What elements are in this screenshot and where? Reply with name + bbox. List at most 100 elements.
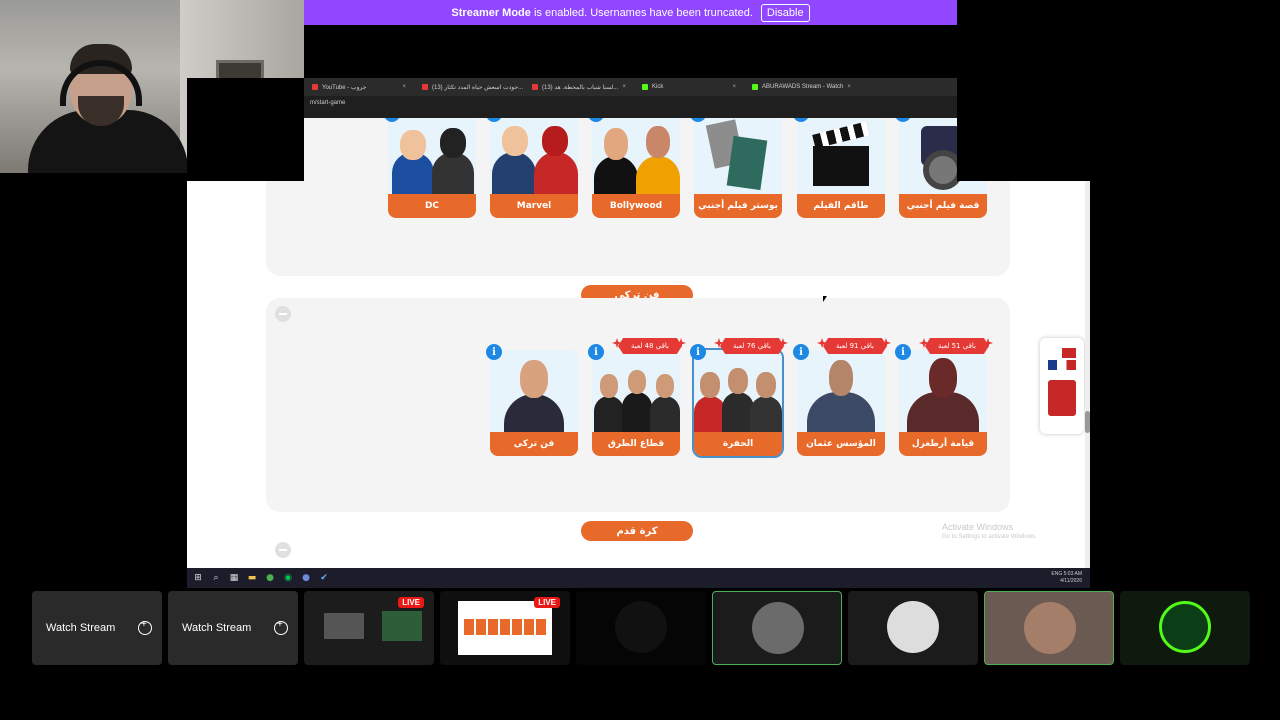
page-scrollbar[interactable] (1085, 181, 1090, 568)
chrome-icon[interactable]: ● (265, 573, 275, 583)
batman-figure (432, 152, 474, 194)
mouse-cursor-icon (823, 296, 827, 302)
category-card[interactable]: فن تركي i (486, 344, 578, 456)
watch-stream-icon[interactable] (274, 619, 288, 635)
watch-stream-icon[interactable] (138, 619, 152, 635)
youtube-icon (532, 84, 538, 90)
actor-figure (650, 396, 680, 432)
category-card[interactable]: Bollywood i (588, 118, 680, 218)
clapperboard-icon (812, 121, 870, 149)
card-art (797, 118, 885, 194)
remaining-ribbon: باقي 91 لعبة (823, 338, 887, 354)
actor-head (728, 368, 748, 394)
collapse-icon[interactable] (275, 306, 291, 322)
watermark-title: Activate Windows (942, 522, 1014, 532)
category-card[interactable]: طاقم الفيلم i (793, 118, 885, 218)
task-view-icon[interactable]: ▦ (229, 573, 239, 583)
participant-tile[interactable] (1120, 591, 1250, 665)
browser-tab[interactable]: Kick × (634, 78, 744, 96)
batman-head (440, 128, 466, 158)
keyboard-language: ENG (1051, 571, 1063, 577)
iron-man-head (542, 126, 568, 156)
category-card[interactable]: باقي 48 لعبة قطاع الطرق i (588, 338, 686, 456)
kick-icon (642, 84, 648, 90)
category-card[interactable]: DC i (384, 118, 476, 218)
watch-stream-label: Watch Stream (46, 622, 116, 634)
avatar (615, 601, 667, 653)
clock-time: 5:03 AM (1063, 571, 1082, 577)
discord-icon[interactable]: ● (301, 573, 311, 583)
card-art (490, 118, 578, 194)
browser-tab[interactable]: ABURAWADS Stream - Watch × (744, 78, 854, 96)
screen-black-overlay (187, 118, 304, 181)
participant-tile[interactable] (984, 591, 1114, 665)
tab-label: YouTube - جروب (322, 84, 367, 91)
actor-head (656, 374, 674, 398)
remaining-ribbon: باقي 48 لعبة (618, 338, 682, 354)
category-card[interactable]: Marvel i (486, 118, 578, 218)
remaining-ribbon: باقي 51 لعبة (925, 338, 989, 354)
participant-tile[interactable] (848, 591, 978, 665)
card-art (694, 350, 782, 432)
search-icon[interactable]: ⌕ (211, 573, 221, 583)
info-icon[interactable]: i (793, 344, 809, 360)
kick-logo-icon (1159, 601, 1211, 653)
info-icon[interactable]: i (486, 344, 502, 360)
actor-head (600, 374, 618, 398)
actor-head (700, 372, 720, 398)
poster-shape (726, 135, 768, 191)
tab-label: (13) حودت اسعش حياة المدد تكثار... (432, 84, 524, 91)
card-label: فن تركي (490, 432, 578, 456)
category-card[interactable]: باقي 51 لعبة قيامة أرطغرل i (895, 338, 993, 456)
windows-taskbar: ⊞ ⌕ ▦ ▬ ● ◉ ● ✔ ENG 5:03 AM 4/11/2026 (187, 568, 1090, 588)
stream-preview-tile[interactable]: LIVE (304, 591, 434, 665)
tab-label: ABURAWADS Stream - Watch (762, 84, 844, 90)
category-card[interactable]: باقي 76 لعبة الحفرة i (690, 338, 788, 458)
participant-tile[interactable] (576, 591, 706, 665)
iron-man-figure (534, 152, 578, 194)
warrior-figure (807, 392, 875, 432)
card-art (490, 350, 578, 432)
card-label: المؤسس عثمان (797, 432, 885, 456)
warrior-head (829, 360, 853, 396)
info-icon[interactable]: i (895, 344, 911, 360)
disable-streamer-mode-button[interactable]: Disable (760, 3, 810, 22)
browser-tab[interactable]: (13) حودت اسعش حياة المدد تكثار...× (414, 78, 524, 96)
app-icon[interactable]: ✔ (319, 573, 329, 583)
team-avatar-icon (1048, 380, 1076, 416)
participant-tile[interactable] (712, 591, 842, 665)
windows-start-icon[interactable]: ⊞ (193, 573, 203, 583)
category-card[interactable]: بوستر فيلم أجنبي i (690, 118, 782, 218)
category-card[interactable]: باقي 91 لعبة المؤسس عثمان i (793, 338, 891, 456)
team-flags-widget[interactable] (1040, 338, 1084, 434)
card-art (694, 118, 782, 194)
stream-preview-tile[interactable]: LIVE (440, 591, 570, 665)
file-explorer-icon[interactable]: ▬ (247, 573, 257, 583)
address-bar[interactable]: m/start-game (304, 96, 957, 118)
preview-thumbnail (382, 611, 422, 641)
actor-figure (594, 156, 638, 194)
close-icon[interactable]: × (732, 84, 736, 90)
card-label: قيامة أرطغرل (899, 432, 987, 456)
info-icon[interactable]: i (588, 344, 604, 360)
collapse-icon[interactable] (275, 542, 291, 558)
card-label: قطاع الطرق (592, 432, 680, 456)
shared-screen[interactable]: YouTube - جروب × (13) حودت اسعش حياة المد… (187, 78, 1090, 588)
taskbar-clock[interactable]: ENG 5:03 AM 4/11/2026 (1051, 571, 1090, 585)
browser-tab[interactable]: YouTube - جروب × (304, 78, 414, 96)
actor-figure (504, 394, 564, 432)
actor-head (756, 372, 776, 398)
scrollbar-thumb[interactable] (1085, 411, 1090, 433)
info-icon[interactable]: i (690, 344, 706, 360)
watch-stream-tile[interactable]: Watch Stream (32, 591, 162, 665)
close-icon[interactable]: × (402, 84, 406, 90)
close-icon[interactable]: × (622, 84, 626, 90)
preview-cards (464, 619, 546, 635)
card-label: طاقم الفيلم (797, 194, 885, 218)
browser-tab[interactable]: (13) لسنا شباب بالمحطة. هد... × (524, 78, 634, 96)
screen-black-overlay (957, 118, 1090, 181)
watch-stream-tile[interactable]: Watch Stream (168, 591, 298, 665)
actor-figure (622, 392, 652, 432)
close-icon[interactable]: × (847, 84, 851, 90)
app-icon[interactable]: ◉ (283, 573, 293, 583)
